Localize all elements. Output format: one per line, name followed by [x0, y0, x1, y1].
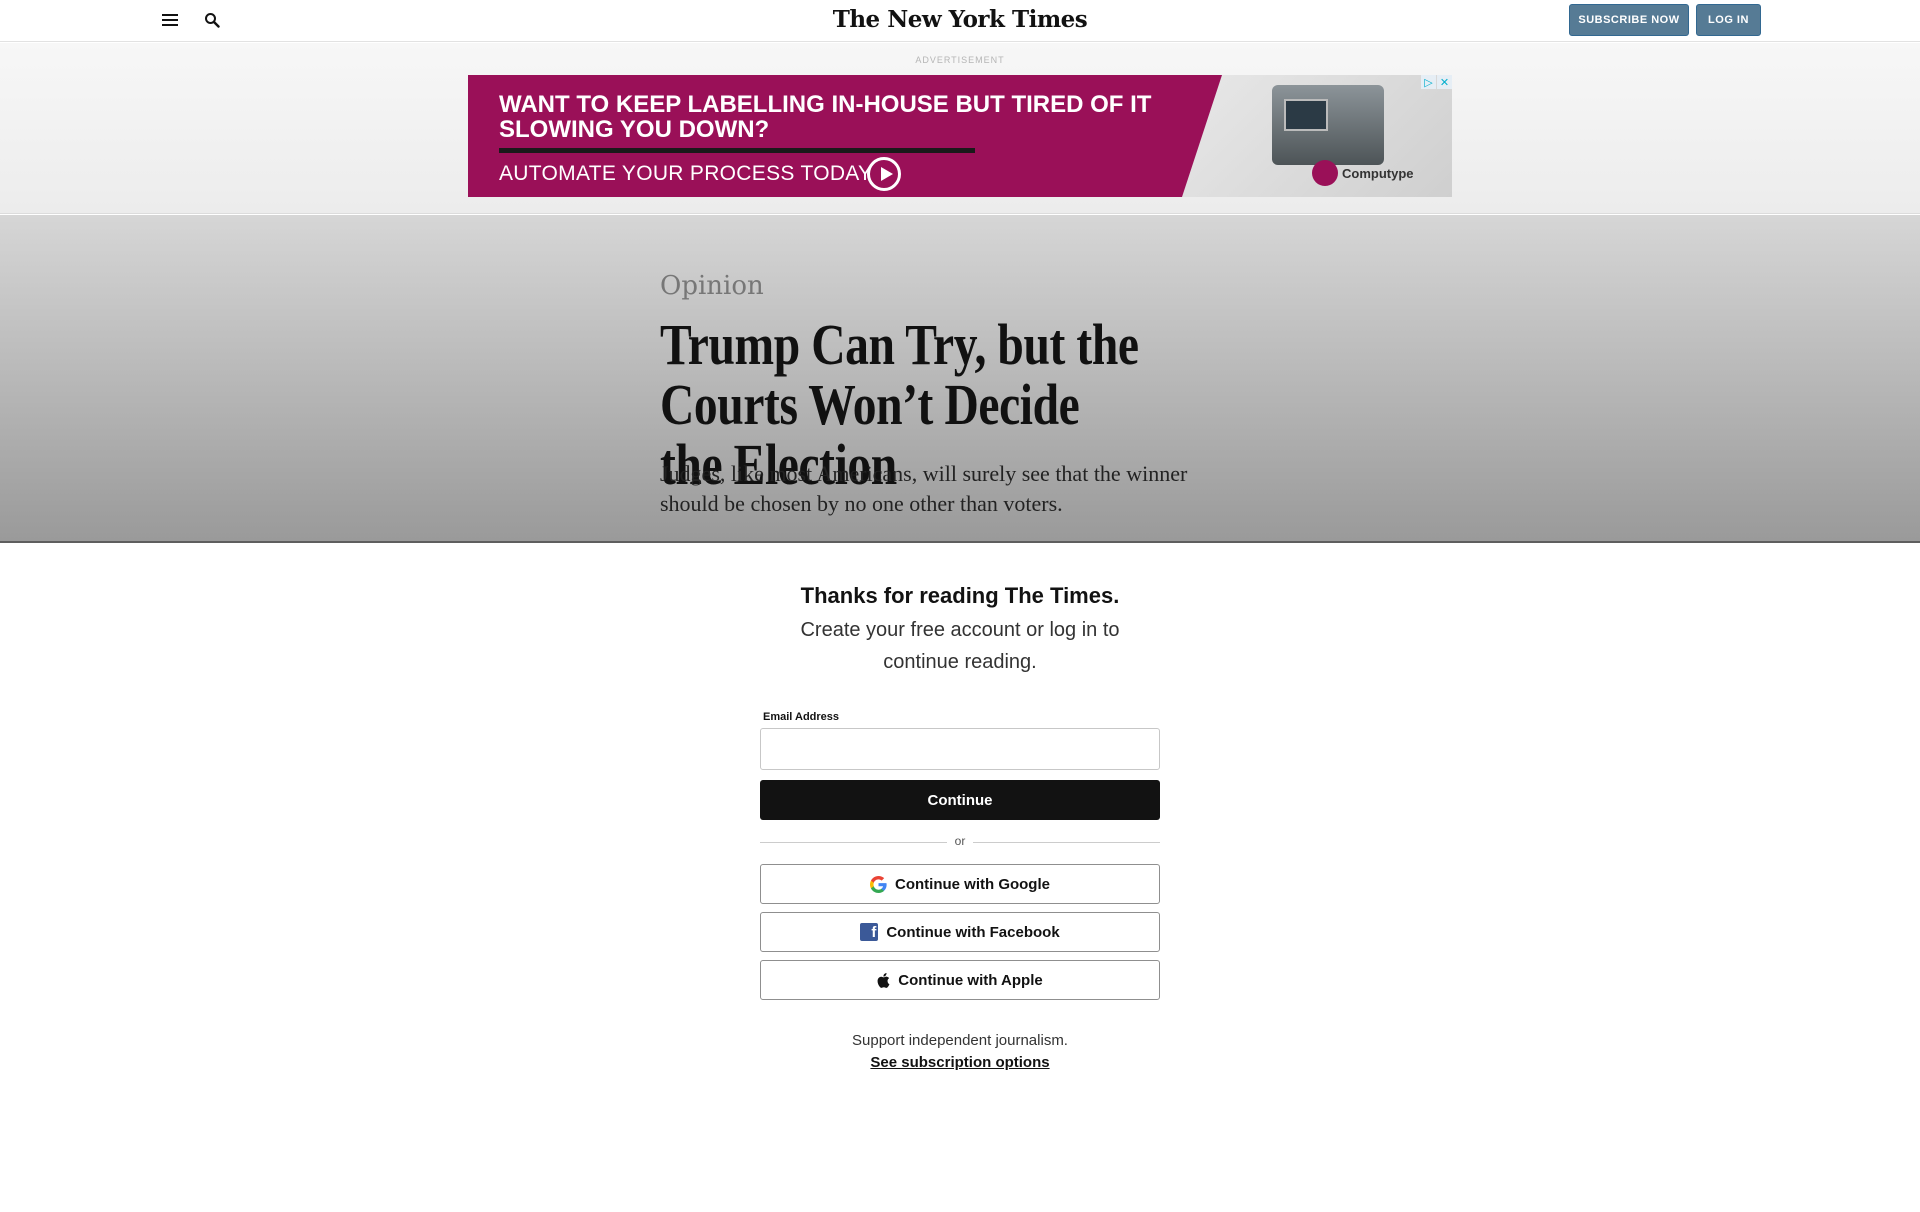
- log-in-button[interactable]: LOG IN: [1696, 4, 1761, 36]
- regwall-subtitle: Create your free account or log in to co…: [800, 619, 1120, 673]
- email-address-input[interactable]: [760, 728, 1160, 770]
- subscribe-now-button[interactable]: SUBSCRIBE NOW: [1569, 4, 1689, 36]
- section-kicker[interactable]: Opinion: [660, 271, 764, 301]
- facebook-icon: f: [860, 923, 879, 941]
- support-journalism-text: Support independent journalism.: [852, 1032, 1068, 1049]
- ad-call-to-action: AUTOMATE YOUR PROCESS TODAY: [499, 162, 873, 185]
- hamburger-menu-icon[interactable]: [158, 8, 182, 32]
- ad-brand-logo: Computype: [1312, 160, 1414, 186]
- google-button-label: Continue with Google: [895, 875, 1050, 893]
- advertisement-band: ADVERTISEMENT WANT TO KEEP LABELLING IN-…: [0, 43, 1920, 214]
- continue-button[interactable]: Continue: [760, 780, 1160, 820]
- adchoices-icon[interactable]: ▷: [1421, 75, 1436, 89]
- advertisement-label: ADVERTISEMENT: [915, 55, 1005, 65]
- ad-product-image: Computype: [1182, 75, 1452, 197]
- label-printer-image: [1272, 85, 1384, 165]
- apple-icon: [877, 972, 890, 988]
- continue-with-apple-button[interactable]: Continue with Apple: [760, 960, 1160, 1000]
- divider-line-right: [973, 842, 1160, 843]
- email-address-label: Email Address: [763, 711, 840, 723]
- apple-button-label: Continue with Apple: [898, 971, 1043, 989]
- article-summary: Judges, like most Americans, will surely…: [660, 461, 1188, 516]
- top-navigation-bar: The New York Times SUBSCRIBE NOW LOG IN: [0, 0, 1920, 42]
- close-ad-icon[interactable]: ✕: [1437, 75, 1452, 89]
- banner-advertisement[interactable]: WANT TO KEEP LABELLING IN-HOUSE BUT TIRE…: [468, 75, 1452, 197]
- see-subscription-options-link[interactable]: See subscription options: [870, 1054, 1049, 1071]
- play-icon[interactable]: [867, 157, 901, 191]
- regwall-title: Thanks for reading The Times.: [800, 583, 1120, 608]
- or-divider: or: [760, 834, 1160, 850]
- continue-with-facebook-button[interactable]: f Continue with Facebook: [760, 912, 1160, 952]
- search-icon[interactable]: [200, 8, 224, 32]
- or-label: or: [954, 834, 966, 848]
- article-header: Opinion Trump Can Try, but the Courts Wo…: [0, 215, 1920, 543]
- ad-headline: WANT TO KEEP LABELLING IN-HOUSE BUT TIRE…: [499, 91, 1152, 143]
- continue-with-google-button[interactable]: Continue with Google: [760, 864, 1160, 904]
- facebook-button-label: Continue with Facebook: [886, 923, 1060, 941]
- subscription-options-row: See subscription options: [0, 1054, 1920, 1071]
- ad-divider: [499, 148, 975, 153]
- google-icon: [870, 875, 887, 893]
- adchoices-controls: ▷ ✕: [1421, 75, 1452, 89]
- site-logo-text[interactable]: The New York Times: [833, 6, 1088, 33]
